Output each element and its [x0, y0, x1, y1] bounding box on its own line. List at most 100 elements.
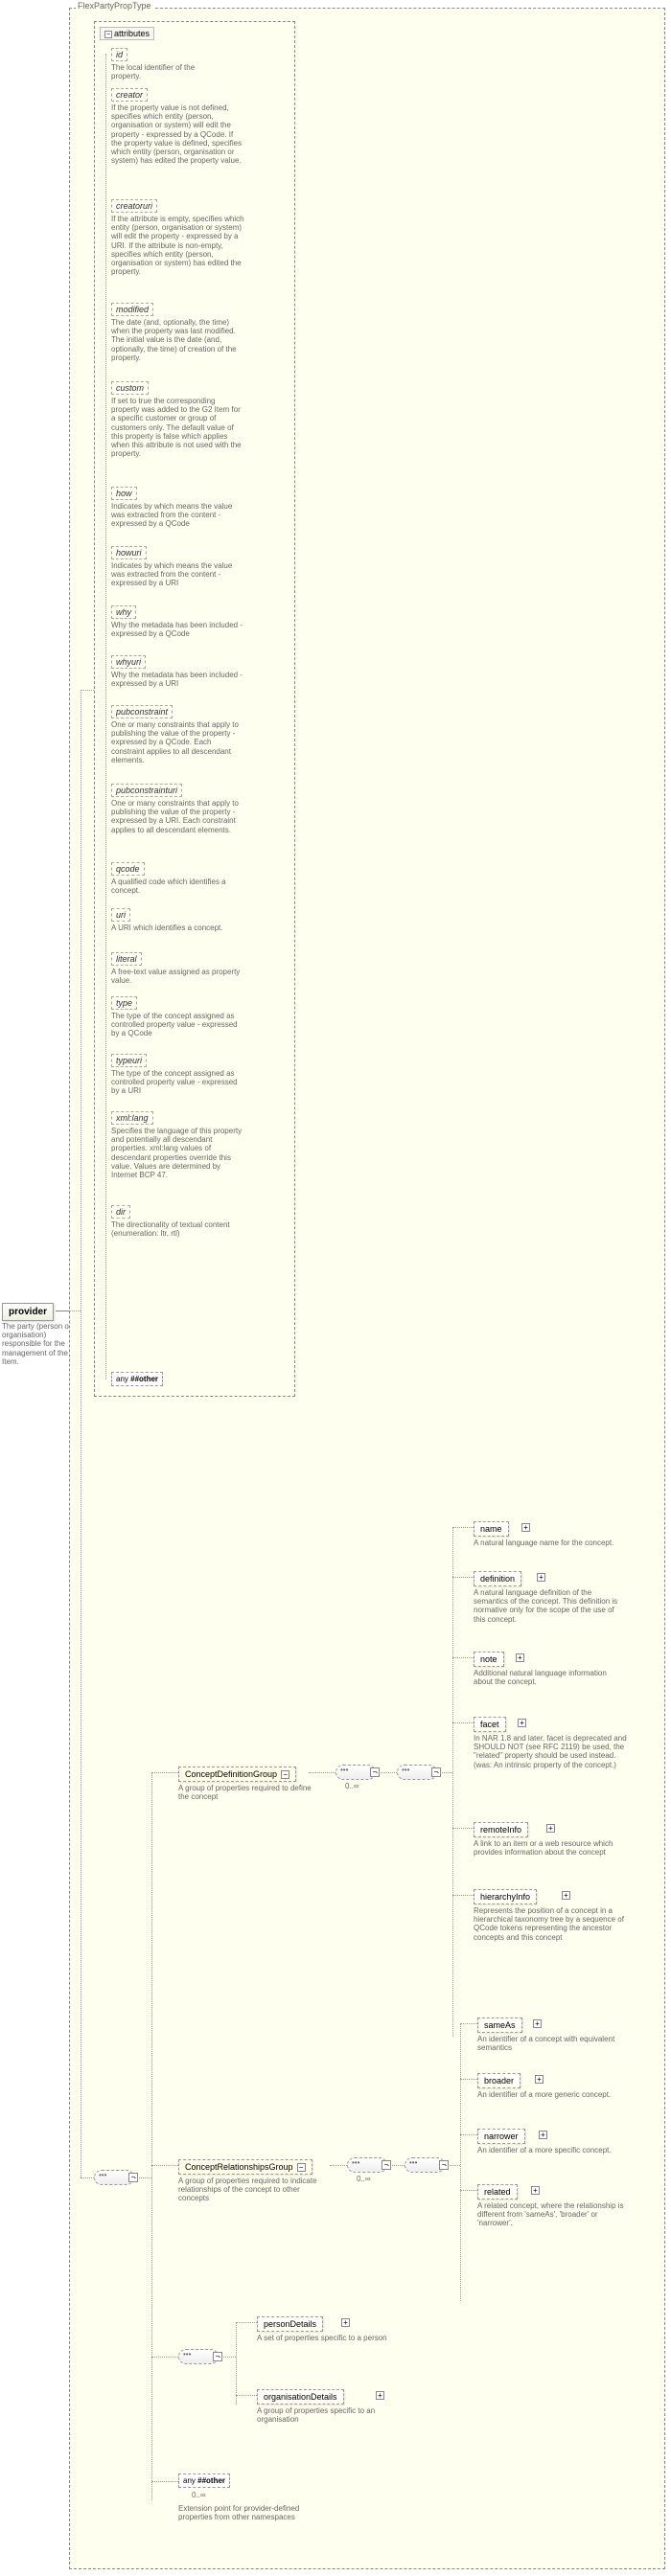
conn	[236, 2395, 257, 2396]
name-desc: A natural language name for the concept.	[474, 1539, 617, 1547]
attr-why: why	[111, 605, 136, 619]
attr-modified-desc: The date (and, optionally, the time) whe…	[111, 318, 245, 362]
root-sequence: −	[94, 2170, 134, 2185]
conn	[452, 1657, 474, 1658]
attr-howuri: howuri	[111, 546, 147, 559]
attr-whyuri: whyuri	[111, 655, 146, 669]
concept-definition-group: ConceptDefinitionGroup−	[178, 1767, 296, 1782]
attr-pubconstrainturi: pubconstrainturi	[111, 784, 182, 797]
any-label: any	[183, 2476, 196, 2485]
concept-definition-group-desc: A group of properties required to define…	[178, 1784, 322, 1801]
plus-icon: +	[535, 2075, 544, 2084]
attr-creator: creator	[111, 88, 148, 102]
conn	[460, 2134, 477, 2135]
conn	[437, 1772, 452, 1773]
conn	[452, 1828, 474, 1829]
attr-creatoruri: creatoruri	[111, 199, 157, 213]
plus-icon: +	[516, 1653, 524, 1662]
attr-custom: custom	[111, 381, 149, 395]
narrower-element: narrower	[477, 2129, 525, 2144]
attr-custom-desc: If set to true the corresponding propert…	[111, 397, 245, 458]
plus-icon: +	[562, 1891, 570, 1900]
any-label: any	[116, 1375, 128, 1383]
broader-desc: An identifier of a more generic concept.	[477, 2090, 621, 2099]
conn	[452, 1895, 474, 1896]
spine-top	[81, 690, 94, 691]
conn	[452, 1577, 474, 1578]
sameas-desc: An identifier of a concept with equivale…	[477, 2035, 621, 2052]
note-element: note	[474, 1652, 504, 1667]
conn	[151, 1772, 178, 1773]
conn	[134, 2177, 151, 2178]
minus-icon: −	[281, 1770, 289, 1779]
plus-icon: +	[539, 2131, 547, 2139]
conn	[219, 2357, 236, 2358]
spine-bot	[81, 2177, 94, 2178]
attr-uri-desc: A URI which identifies a concept.	[111, 923, 245, 932]
broader-element: broader	[477, 2073, 521, 2088]
party-choice: −	[178, 2349, 219, 2364]
narrower-desc: An identifier of a more specific concept…	[477, 2146, 621, 2154]
attr-typeuri-desc: The type of the concept assigned as cont…	[111, 1069, 245, 1096]
extension-any: any ##other	[178, 2473, 230, 2488]
attr-literal: literal	[111, 952, 142, 966]
attr-pubconstraint-desc: One or many constraints that apply to pu…	[111, 720, 245, 764]
conn	[309, 1772, 336, 1773]
note-desc: Additional natural language information …	[474, 1669, 617, 1686]
concept-relationships-group-desc: A group of properties required to indica…	[178, 2177, 332, 2203]
diagram-canvas: provider The party (person or organisati…	[0, 0, 671, 2576]
plus-icon: +	[546, 1824, 555, 1833]
conn	[151, 2357, 178, 2358]
conn	[151, 2165, 178, 2166]
conn	[376, 1772, 397, 1773]
attr-literal-desc: A free-text value assigned as property v…	[111, 968, 245, 985]
definition-desc: A natural language definition of the sem…	[474, 1588, 627, 1624]
conn	[387, 2165, 405, 2166]
group-label: ConceptDefinitionGroup	[185, 1769, 277, 1779]
extension-desc: Extension point for provider-defined pro…	[178, 2504, 322, 2521]
flexpartyproptype-title: FlexPartyPropType	[76, 1, 153, 11]
organisationdetails-desc: A group of properties specific to an org…	[257, 2406, 401, 2424]
attr-xmllang-desc: Specifies the language of this property …	[111, 1127, 245, 1179]
hierarchyinfo-desc: Represents the position of a concept in …	[474, 1906, 627, 1942]
plus-icon: +	[341, 2318, 350, 2327]
branch-spine	[151, 1772, 152, 2500]
attr-why-desc: Why the metadata has been included - exp…	[111, 621, 245, 638]
conn	[445, 2165, 460, 2166]
attr-spine	[105, 54, 106, 1379]
attr-any-other: any ##other	[111, 1372, 163, 1386]
plus-icon: +	[531, 2186, 540, 2195]
attr-how-desc: Indicates by which means the value was e…	[111, 502, 245, 529]
conn	[236, 2322, 257, 2323]
hierarchyinfo-element: hierarchyInfo	[474, 1889, 537, 1904]
plus-icon: +	[518, 1719, 526, 1727]
minus-icon: −	[297, 2163, 306, 2172]
remoteinfo-element: remoteInfo	[474, 1822, 528, 1837]
attr-qcode: qcode	[111, 862, 145, 876]
related-desc: A related concept, where the relationshi…	[477, 2201, 631, 2228]
facet-desc: In NAR 1.8 and later, facet is deprecate…	[474, 1734, 627, 1769]
plus-icon: +	[537, 1573, 545, 1582]
plus-icon: +	[533, 2019, 542, 2028]
attr-dir-desc: The directionality of textual content (e…	[111, 1220, 245, 1238]
attr-howuri-desc: Indicates by which means the value was e…	[111, 561, 245, 588]
def-child-spine	[452, 1527, 453, 2037]
minus-icon: −	[104, 31, 112, 38]
occ: 0..∞	[357, 2175, 371, 2183]
any-other-value: ##other	[197, 2476, 225, 2485]
group-label: ConceptRelationshipsGroup	[185, 2162, 293, 2172]
rel-choice: −	[405, 2157, 445, 2173]
concept-relationships-group: ConceptRelationshipsGroup−	[178, 2159, 312, 2175]
attr-how: how	[111, 487, 137, 500]
related-element: related	[477, 2184, 518, 2200]
attr-qcode-desc: A qualified code which identifies a conc…	[111, 878, 245, 895]
provider-element: provider	[2, 1303, 54, 1321]
party-spine	[236, 2322, 237, 2405]
attr-id-desc: The local identifier of the property.	[111, 63, 217, 80]
conn	[460, 2023, 477, 2024]
rel-sequence: −	[347, 2157, 387, 2173]
attr-pubconstraint: pubconstraint	[111, 705, 173, 718]
attr-type: type	[111, 996, 137, 1010]
attr-dir: dir	[111, 1205, 130, 1219]
occ: 0..∞	[345, 1782, 359, 1790]
